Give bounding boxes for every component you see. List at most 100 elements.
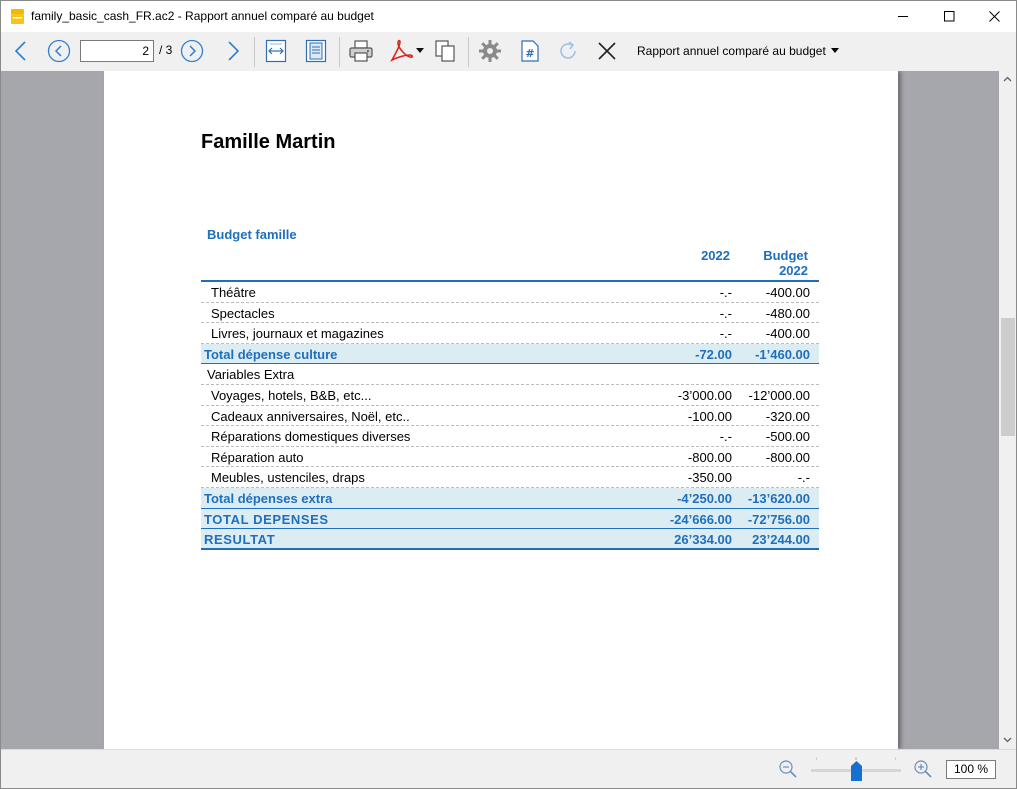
row-value-budget: -13’620.00 [747, 490, 810, 506]
fit-width-icon [265, 39, 287, 63]
next-page-button[interactable] [221, 36, 245, 66]
row-label: Total dépense culture [204, 346, 338, 362]
close-report-button[interactable] [593, 36, 621, 66]
row-value-budget: -.- [797, 470, 810, 486]
row-label: Spectacles [211, 305, 275, 321]
chevron-down-icon[interactable] [1003, 737, 1012, 743]
row-value-budget: -800.00 [765, 449, 810, 465]
row-value-budget: 23’244.00 [752, 532, 810, 548]
close-icon [598, 42, 616, 60]
page-number-input[interactable]: 2 [80, 40, 154, 62]
row-label: Livres, journaux et magazines [211, 326, 384, 342]
minimize-icon [897, 16, 908, 17]
maximize-button[interactable] [926, 1, 972, 32]
numbering-button[interactable]: # [516, 36, 544, 66]
row-value-budget: -72’756.00 [747, 511, 810, 527]
table-row: Spectacles -.- -480.00 [201, 303, 819, 324]
table-row: Meubles, ustenciles, draps -350.00 -.- [201, 467, 819, 488]
row-value-budget: -320.00 [765, 408, 810, 424]
row-value-budget: -500.00 [765, 429, 810, 445]
company-name: Famille Martin [201, 131, 336, 153]
row-value-2022: -3’000.00 [677, 387, 732, 403]
printer-icon [349, 40, 373, 62]
row-label: Variables Extra [207, 367, 295, 383]
app-window: family_basic_cash_FR.ac2 - Rapport annue… [0, 0, 1017, 789]
row-value-2022: -800.00 [687, 449, 732, 465]
row-value-2022: 26’334.00 [674, 532, 732, 548]
circle-left-icon [47, 39, 71, 63]
table-row: Théâtre -.- -400.00 [201, 282, 819, 303]
column-header-budget-line1: Budget [763, 248, 808, 263]
title-bar: family_basic_cash_FR.ac2 - Rapport annue… [1, 1, 1016, 32]
row-label: RESULTAT [204, 532, 276, 548]
table-row: Cadeaux anniversaires, Noël, etc.. -100.0… [201, 406, 819, 427]
column-header-2022: 2022 [701, 248, 730, 263]
circle-right-icon [180, 39, 204, 63]
row-label: Voyages, hotels, B&B, etc... [211, 387, 372, 403]
fit-page-button[interactable] [303, 36, 329, 66]
row-value-2022: -24’666.00 [669, 511, 732, 527]
previous-page-button[interactable] [9, 36, 33, 66]
fit-page-icon [305, 39, 327, 63]
table-total-row: Total dépenses extra -4’250.00 -13’620.00 [201, 487, 819, 509]
print-button[interactable] [347, 36, 375, 66]
toolbar-separator [339, 37, 340, 67]
column-header-budget: Budget 2022 [763, 248, 808, 278]
row-value-budget: -400.00 [765, 326, 810, 342]
table-row: Voyages, hotels, B&B, etc... -3’000.00 -12… [201, 385, 819, 406]
zoom-in-icon[interactable] [913, 759, 933, 779]
copy-icon [435, 40, 455, 62]
scrollbar-thumb[interactable] [1001, 318, 1015, 436]
close-icon [988, 11, 1000, 22]
row-label: Théâtre [211, 285, 256, 300]
arrow-left-icon [14, 41, 26, 61]
column-header-budget-line2: 2022 [779, 263, 808, 278]
table-group-row: Variables Extra [201, 364, 819, 385]
app-logo-icon [11, 9, 24, 24]
row-value-2022: -.- [719, 429, 732, 445]
close-window-button[interactable] [971, 1, 1016, 32]
chevron-down-icon[interactable] [831, 48, 839, 53]
row-value-budget: -1’460.00 [755, 346, 810, 362]
hash-icon: # [521, 40, 539, 62]
zoom-slider-thumb[interactable] [851, 761, 862, 781]
report-select[interactable]: Rapport annuel comparé au budget [637, 44, 826, 58]
zoom-out-icon[interactable] [778, 759, 798, 779]
table-total-row: RESULTAT 26’334.00 23’244.00 [201, 529, 819, 550]
export-pdf-button[interactable] [387, 36, 425, 66]
window-title: family_basic_cash_FR.ac2 - Rapport annue… [31, 9, 374, 23]
table-total-row: TOTAL DEPENSES -24’666.00 -72’756.00 [201, 508, 819, 530]
row-label: TOTAL DEPENSES [204, 511, 329, 527]
table-row: Réparation auto -800.00 -800.00 [201, 447, 819, 468]
table-total-row: Total dépense culture -72.00 -1’460.00 [201, 343, 819, 365]
refresh-icon [560, 41, 576, 59]
pdf-icon [389, 39, 424, 62]
svg-text:#: # [525, 47, 534, 60]
toolbar-separator [254, 37, 255, 67]
table-row: Livres, journaux et magazines -.- -400.00 [201, 323, 819, 344]
row-value-budget: -480.00 [765, 305, 810, 321]
row-value-2022: -350.00 [687, 470, 732, 486]
chevron-up-icon[interactable] [1003, 76, 1012, 82]
page-total-label: / 3 [159, 43, 173, 57]
zoom-level-input[interactable]: 100 % [946, 760, 996, 779]
settings-button[interactable] [476, 36, 504, 66]
row-value-2022: -100.00 [687, 408, 732, 424]
report-table: Théâtre -.- -400.00 Spectacles -.- -480.00 Liv… [201, 280, 819, 550]
table-row: Réparations domestiques diverses -.- -500.… [201, 426, 819, 447]
row-value-2022: -4’250.00 [677, 490, 732, 506]
last-page-button[interactable] [179, 36, 205, 66]
minimize-button[interactable] [880, 1, 926, 32]
row-label: Meubles, ustenciles, draps [211, 470, 365, 486]
fit-width-button[interactable] [263, 36, 289, 66]
first-page-button[interactable] [46, 36, 72, 66]
toolbar-separator [468, 37, 469, 67]
maximize-icon [943, 11, 954, 22]
refresh-button[interactable] [554, 36, 582, 66]
arrow-right-icon [228, 41, 240, 61]
copy-button[interactable] [431, 36, 459, 66]
row-value-budget: -12’000.00 [748, 387, 810, 403]
row-value-budget: -400.00 [765, 285, 810, 300]
row-value-2022: -72.00 [695, 346, 732, 362]
row-value-2022: -.- [719, 285, 732, 300]
